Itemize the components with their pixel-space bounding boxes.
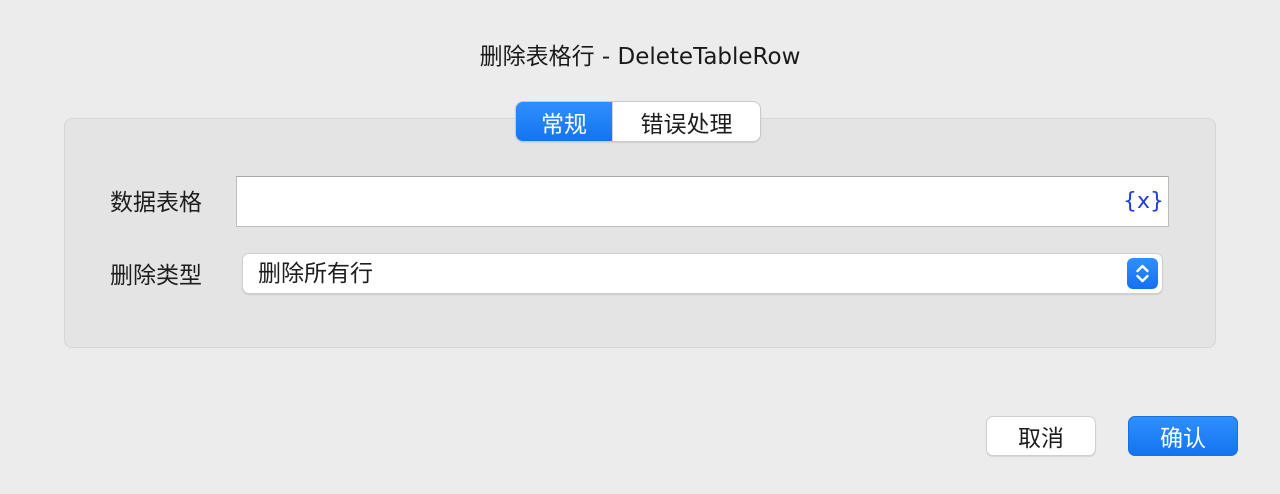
tab-control: 常规 错误处理 (515, 101, 761, 142)
delete-type-label: 删除类型 (110, 263, 202, 289)
variable-insert-icon[interactable]: {x} (1123, 187, 1164, 217)
data-table-label: 数据表格 (110, 190, 202, 216)
tab-error-handling[interactable]: 错误处理 (612, 102, 760, 141)
dialog-title: 删除表格行 - DeleteTableRow (479, 44, 801, 70)
select-stepper-icon (1127, 258, 1158, 289)
delete-type-select[interactable]: 删除所有行 (242, 253, 1163, 294)
dialog-window: 删除表格行 - DeleteTableRow 常规 错误处理 数据表格 {x} … (0, 0, 1280, 494)
settings-group-box (64, 118, 1216, 348)
cancel-button[interactable]: 取消 (986, 416, 1096, 456)
confirm-button[interactable]: 确认 (1128, 416, 1238, 456)
tab-general[interactable]: 常规 (516, 102, 612, 141)
data-table-input[interactable]: {x} (236, 176, 1169, 227)
delete-type-selected-value: 删除所有行 (258, 261, 373, 287)
